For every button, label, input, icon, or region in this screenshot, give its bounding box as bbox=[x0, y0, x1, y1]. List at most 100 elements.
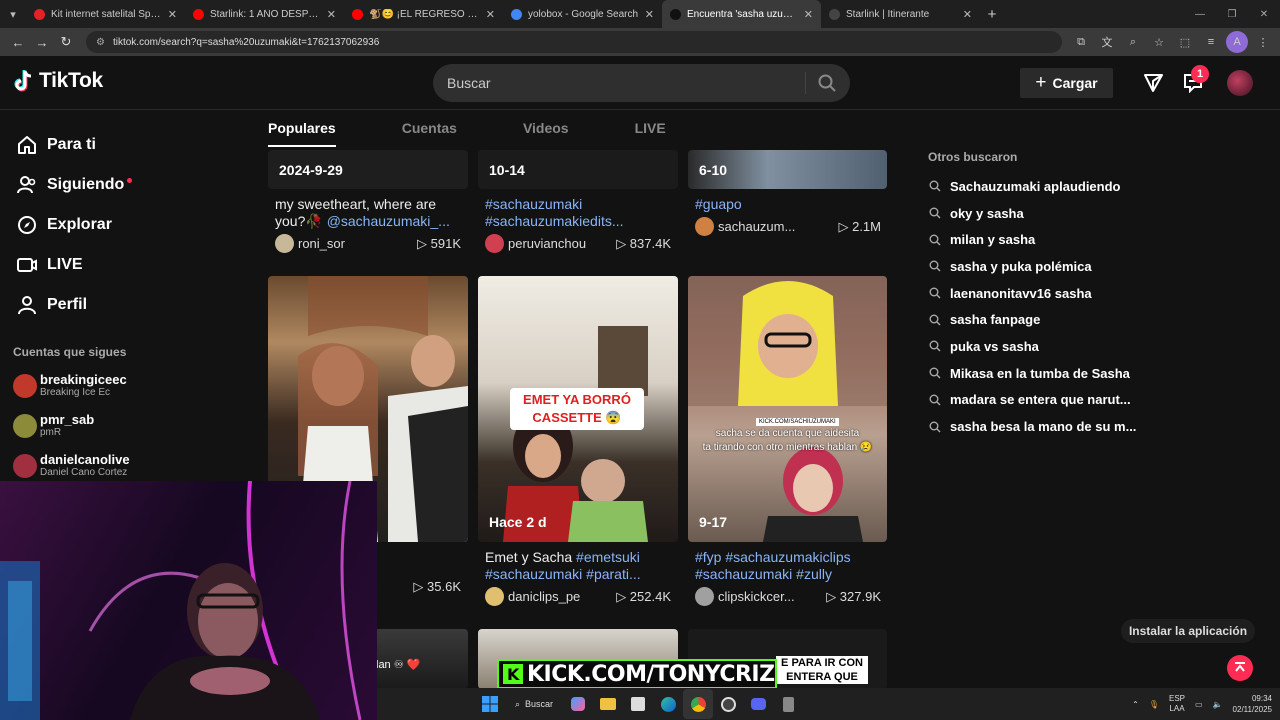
close-tab-icon[interactable]: ✕ bbox=[804, 8, 813, 21]
browser-tab[interactable]: Starlink: 1 AÑO DESPUÉS ¿Qué ✕ bbox=[185, 0, 344, 28]
video-caption[interactable]: Emet y Sacha #emetsuki #sachauzumaki #pa… bbox=[485, 549, 675, 583]
microphone-icon[interactable]: 🎙 bbox=[1149, 700, 1159, 709]
browser-tab[interactable]: Encuentra 'sasha uzumaki' en T ✕ bbox=[662, 0, 821, 28]
language-indicator[interactable]: ESP LAA bbox=[1169, 694, 1185, 714]
browser-tab[interactable]: 🐒😊 ¡EL REGRESO de los FUN ✕ bbox=[344, 0, 503, 28]
close-window-button[interactable]: ✕ bbox=[1248, 0, 1280, 28]
search-icon[interactable] bbox=[818, 74, 836, 92]
sidebar-item-explorar[interactable]: Explorar bbox=[0, 205, 200, 245]
view-count: ▷ 591K bbox=[417, 235, 461, 251]
restore-button[interactable]: ❐ bbox=[1216, 0, 1248, 28]
related-search-item[interactable]: milan y sasha bbox=[928, 226, 1136, 253]
site-info-icon[interactable]: ⚙ bbox=[96, 37, 105, 48]
video-author[interactable]: peruvianchou bbox=[508, 236, 586, 251]
new-tab-button[interactable]: + bbox=[980, 6, 1004, 23]
start-button[interactable] bbox=[475, 689, 505, 719]
video-thumbnail[interactable]: 6-10 bbox=[688, 150, 887, 189]
volume-icon[interactable]: 🔈 bbox=[1213, 700, 1223, 709]
video-author[interactable]: sachauzum... bbox=[718, 219, 795, 234]
close-tab-icon[interactable]: ✕ bbox=[645, 8, 654, 21]
caption-tag[interactable]: #sachauzumaki #zully bbox=[695, 566, 885, 583]
tab-search-icon[interactable]: ≡ bbox=[1200, 31, 1222, 53]
tab-cuentas[interactable]: Cuentas bbox=[402, 120, 457, 147]
video-caption[interactable]: #guapo bbox=[695, 196, 885, 213]
sidebar-item-siguiendo[interactable]: Siguiendo bbox=[0, 165, 200, 205]
video-thumbnail[interactable]: EMET YA BORRÓ CASSETTE 😨 Hace 2 d bbox=[478, 276, 678, 542]
store-icon[interactable] bbox=[623, 689, 653, 719]
close-tab-icon[interactable]: ✕ bbox=[963, 8, 972, 21]
sidebar-item-perfil[interactable]: Perfil bbox=[0, 285, 200, 325]
related-search-item[interactable]: oky y sasha bbox=[928, 200, 1136, 227]
video-author[interactable]: daniclips_pe bbox=[508, 589, 580, 604]
video-thumbnail[interactable]: 2024-9-29 bbox=[268, 150, 468, 189]
video-caption[interactable]: #sachauzumaki #sachauzumakiedits... bbox=[485, 196, 675, 230]
url-field[interactable]: ⚙ tiktok.com/search?q=sasha%20uzumaki&t=… bbox=[86, 31, 1062, 53]
close-tab-icon[interactable]: ✕ bbox=[327, 8, 336, 21]
chrome-icon[interactable] bbox=[683, 689, 714, 719]
forward-button[interactable]: → bbox=[30, 30, 54, 54]
search-input[interactable]: Buscar bbox=[433, 64, 850, 102]
related-search-item[interactable]: madara se entera que narut... bbox=[928, 387, 1136, 414]
profile-icon[interactable]: A bbox=[1226, 31, 1248, 53]
related-search-item[interactable]: sasha fanpage bbox=[928, 306, 1136, 333]
related-search-item[interactable]: sasha besa la mano de su m... bbox=[928, 413, 1136, 440]
network-icon[interactable]: ▭ bbox=[1195, 700, 1203, 709]
related-search-item[interactable]: laenanonitavv16 sasha bbox=[928, 280, 1136, 307]
minimize-button[interactable]: — bbox=[1184, 0, 1216, 28]
tab-populares[interactable]: Populares bbox=[268, 120, 336, 147]
related-search-item[interactable]: Mikasa en la tumba de Sasha bbox=[928, 360, 1136, 387]
tab-search-dropdown[interactable]: ▾ bbox=[0, 0, 26, 28]
related-search-item[interactable]: puka vs sasha bbox=[928, 333, 1136, 360]
extensions-icon[interactable]: ⬚ bbox=[1174, 31, 1196, 53]
video-thumbnail[interactable]: KICK.COM/SACHIUZUMAKI sacha se da cuenta… bbox=[688, 276, 887, 542]
caption-tag[interactable]: #fyp #sachauzumakiclips bbox=[695, 549, 885, 566]
send-filter-icon[interactable] bbox=[1143, 72, 1164, 93]
video-caption[interactable]: my sweetheart, where are you?🥀 @sachauzu… bbox=[275, 196, 465, 230]
taskbar-search[interactable]: ⌕ Buscar bbox=[505, 692, 563, 716]
calculator-icon[interactable] bbox=[773, 689, 803, 719]
zoom-icon[interactable]: ⌕ bbox=[1122, 31, 1144, 53]
reload-button[interactable]: ↻ bbox=[54, 30, 78, 54]
discord-icon[interactable] bbox=[743, 689, 773, 719]
tab-videos[interactable]: Videos bbox=[523, 120, 569, 147]
video-thumbnail[interactable]: 10-14 bbox=[478, 150, 678, 189]
following-account[interactable]: danielcanolive Daniel Cano Cortez bbox=[13, 453, 130, 478]
following-account[interactable]: pmr_sab pmR bbox=[13, 413, 94, 438]
video-author[interactable]: clipskickcer... bbox=[718, 589, 795, 604]
sidebar-item-para-ti[interactable]: Para ti bbox=[0, 125, 200, 165]
close-tab-icon[interactable]: ✕ bbox=[168, 8, 177, 21]
caption-tag[interactable]: @sachauzumaki_... bbox=[327, 213, 450, 229]
caption-tag[interactable]: #sachauzumaki bbox=[485, 196, 675, 213]
menu-kebab-icon[interactable]: ⋮ bbox=[1252, 31, 1274, 53]
tray-overflow-icon[interactable]: ⌃ bbox=[1132, 700, 1139, 709]
file-explorer-icon[interactable] bbox=[593, 689, 623, 719]
related-search-item[interactable]: sasha y puka polémica bbox=[928, 253, 1136, 280]
back-button[interactable]: ← bbox=[6, 30, 30, 54]
translate-icon[interactable]: 文 bbox=[1096, 31, 1118, 53]
caption-tag[interactable]: #emetsuki bbox=[576, 549, 640, 565]
clock[interactable]: 09:34 02/11/2025 bbox=[1233, 693, 1272, 715]
browser-tab[interactable]: Kit internet satelital SpaceX V4 ✕ bbox=[26, 0, 185, 28]
browser-tab[interactable]: yolobox - Google Search ✕ bbox=[503, 0, 662, 28]
browser-tab[interactable]: Starlink | Itinerante ✕ bbox=[821, 0, 980, 28]
user-avatar[interactable] bbox=[1227, 70, 1253, 96]
tab-live[interactable]: LIVE bbox=[635, 120, 666, 147]
video-author[interactable]: roni_sor bbox=[298, 236, 345, 251]
related-search-item[interactable]: Sachauzumaki aplaudiendo bbox=[928, 173, 1136, 200]
tiktok-logo[interactable]: TikTok bbox=[13, 69, 103, 93]
back-to-top-button[interactable] bbox=[1227, 655, 1253, 681]
install-app-icon[interactable]: ⧉ bbox=[1070, 31, 1092, 53]
close-tab-icon[interactable]: ✕ bbox=[486, 8, 495, 21]
following-account[interactable]: breakingiceec Breaking Ice Ec bbox=[13, 373, 127, 398]
sidebar-item-live[interactable]: LIVE bbox=[0, 245, 200, 285]
install-app-button[interactable]: Instalar la aplicación bbox=[1121, 619, 1255, 643]
copilot-icon[interactable] bbox=[563, 689, 593, 719]
video-caption[interactable]: #fyp #sachauzumakiclips #sachauzumaki #z… bbox=[695, 549, 885, 583]
upload-button[interactable]: + Cargar bbox=[1020, 68, 1113, 98]
edge-icon[interactable] bbox=[653, 689, 683, 719]
bookmark-star-icon[interactable]: ☆ bbox=[1148, 31, 1170, 53]
caption-tag[interactable]: #guapo bbox=[695, 196, 742, 212]
obs-icon[interactable] bbox=[713, 689, 743, 719]
caption-tag[interactable]: #sachauzumaki #parati... bbox=[485, 566, 675, 583]
caption-tag[interactable]: #sachauzumakiedits... bbox=[485, 213, 675, 230]
